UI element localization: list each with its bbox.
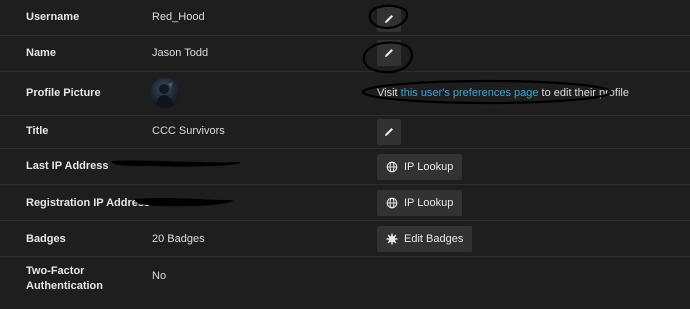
edit-badges-label: Edit Badges bbox=[404, 233, 464, 245]
ip-lookup-button[interactable]: IP Lookup bbox=[377, 190, 463, 216]
edit-username-button[interactable] bbox=[377, 6, 401, 32]
registration-ip-label: Registration IP Address bbox=[26, 197, 151, 209]
row-registration-ip: Registration IP Address IP Lookup bbox=[0, 184, 690, 221]
username-value: Red_Hood bbox=[152, 11, 205, 23]
globe-icon bbox=[386, 197, 398, 209]
row-two-factor: Two-Factor Authentication No bbox=[0, 256, 690, 309]
two-factor-label-line1: Two-Factor bbox=[26, 265, 85, 277]
edit-title-button[interactable] bbox=[377, 119, 401, 145]
ip-lookup-label: IP Lookup bbox=[404, 197, 454, 209]
pencil-icon bbox=[385, 49, 393, 57]
avatar bbox=[150, 78, 180, 108]
two-factor-label: Two-Factor Authentication bbox=[26, 264, 103, 294]
name-label: Name bbox=[26, 47, 56, 59]
globe-icon bbox=[386, 161, 398, 173]
row-title: Title CCC Survivors bbox=[0, 115, 690, 149]
preferences-page-link[interactable]: this user's preferences page bbox=[401, 87, 539, 99]
edit-name-button[interactable] bbox=[377, 40, 401, 66]
two-factor-label-line2: Authentication bbox=[26, 280, 103, 292]
note-text-pre: Visit bbox=[377, 87, 401, 99]
title-label: Title bbox=[26, 125, 49, 137]
name-value: Jason Todd bbox=[152, 47, 209, 59]
title-value: CCC Survivors bbox=[152, 125, 225, 137]
row-badges: Badges 20 Badges Edit Badges bbox=[0, 220, 690, 257]
profile-picture-note: Visit this user's preferences page to ed… bbox=[377, 87, 629, 99]
row-username: Username Red_Hood bbox=[0, 0, 690, 36]
pencil-icon bbox=[385, 128, 393, 136]
last-ip-label: Last IP Address bbox=[26, 160, 109, 172]
two-factor-value: No bbox=[152, 270, 167, 282]
ip-lookup-label: IP Lookup bbox=[404, 161, 454, 173]
badges-value: 20 Badges bbox=[152, 233, 205, 245]
badges-label: Badges bbox=[26, 233, 66, 245]
badge-gear-icon bbox=[386, 233, 398, 245]
note-text-post: to edit their profile bbox=[538, 87, 629, 99]
profile-picture-label: Profile Picture bbox=[26, 87, 101, 99]
ip-lookup-button[interactable]: IP Lookup bbox=[377, 154, 463, 180]
row-name: Name Jason Todd bbox=[0, 35, 690, 72]
row-profile-picture: Profile Picture Visit this user's prefer… bbox=[0, 71, 690, 116]
edit-badges-button[interactable]: Edit Badges bbox=[377, 226, 473, 252]
row-last-ip: Last IP Address IP Lookup bbox=[0, 148, 690, 185]
username-label: Username bbox=[26, 11, 80, 23]
pencil-icon bbox=[385, 15, 393, 23]
